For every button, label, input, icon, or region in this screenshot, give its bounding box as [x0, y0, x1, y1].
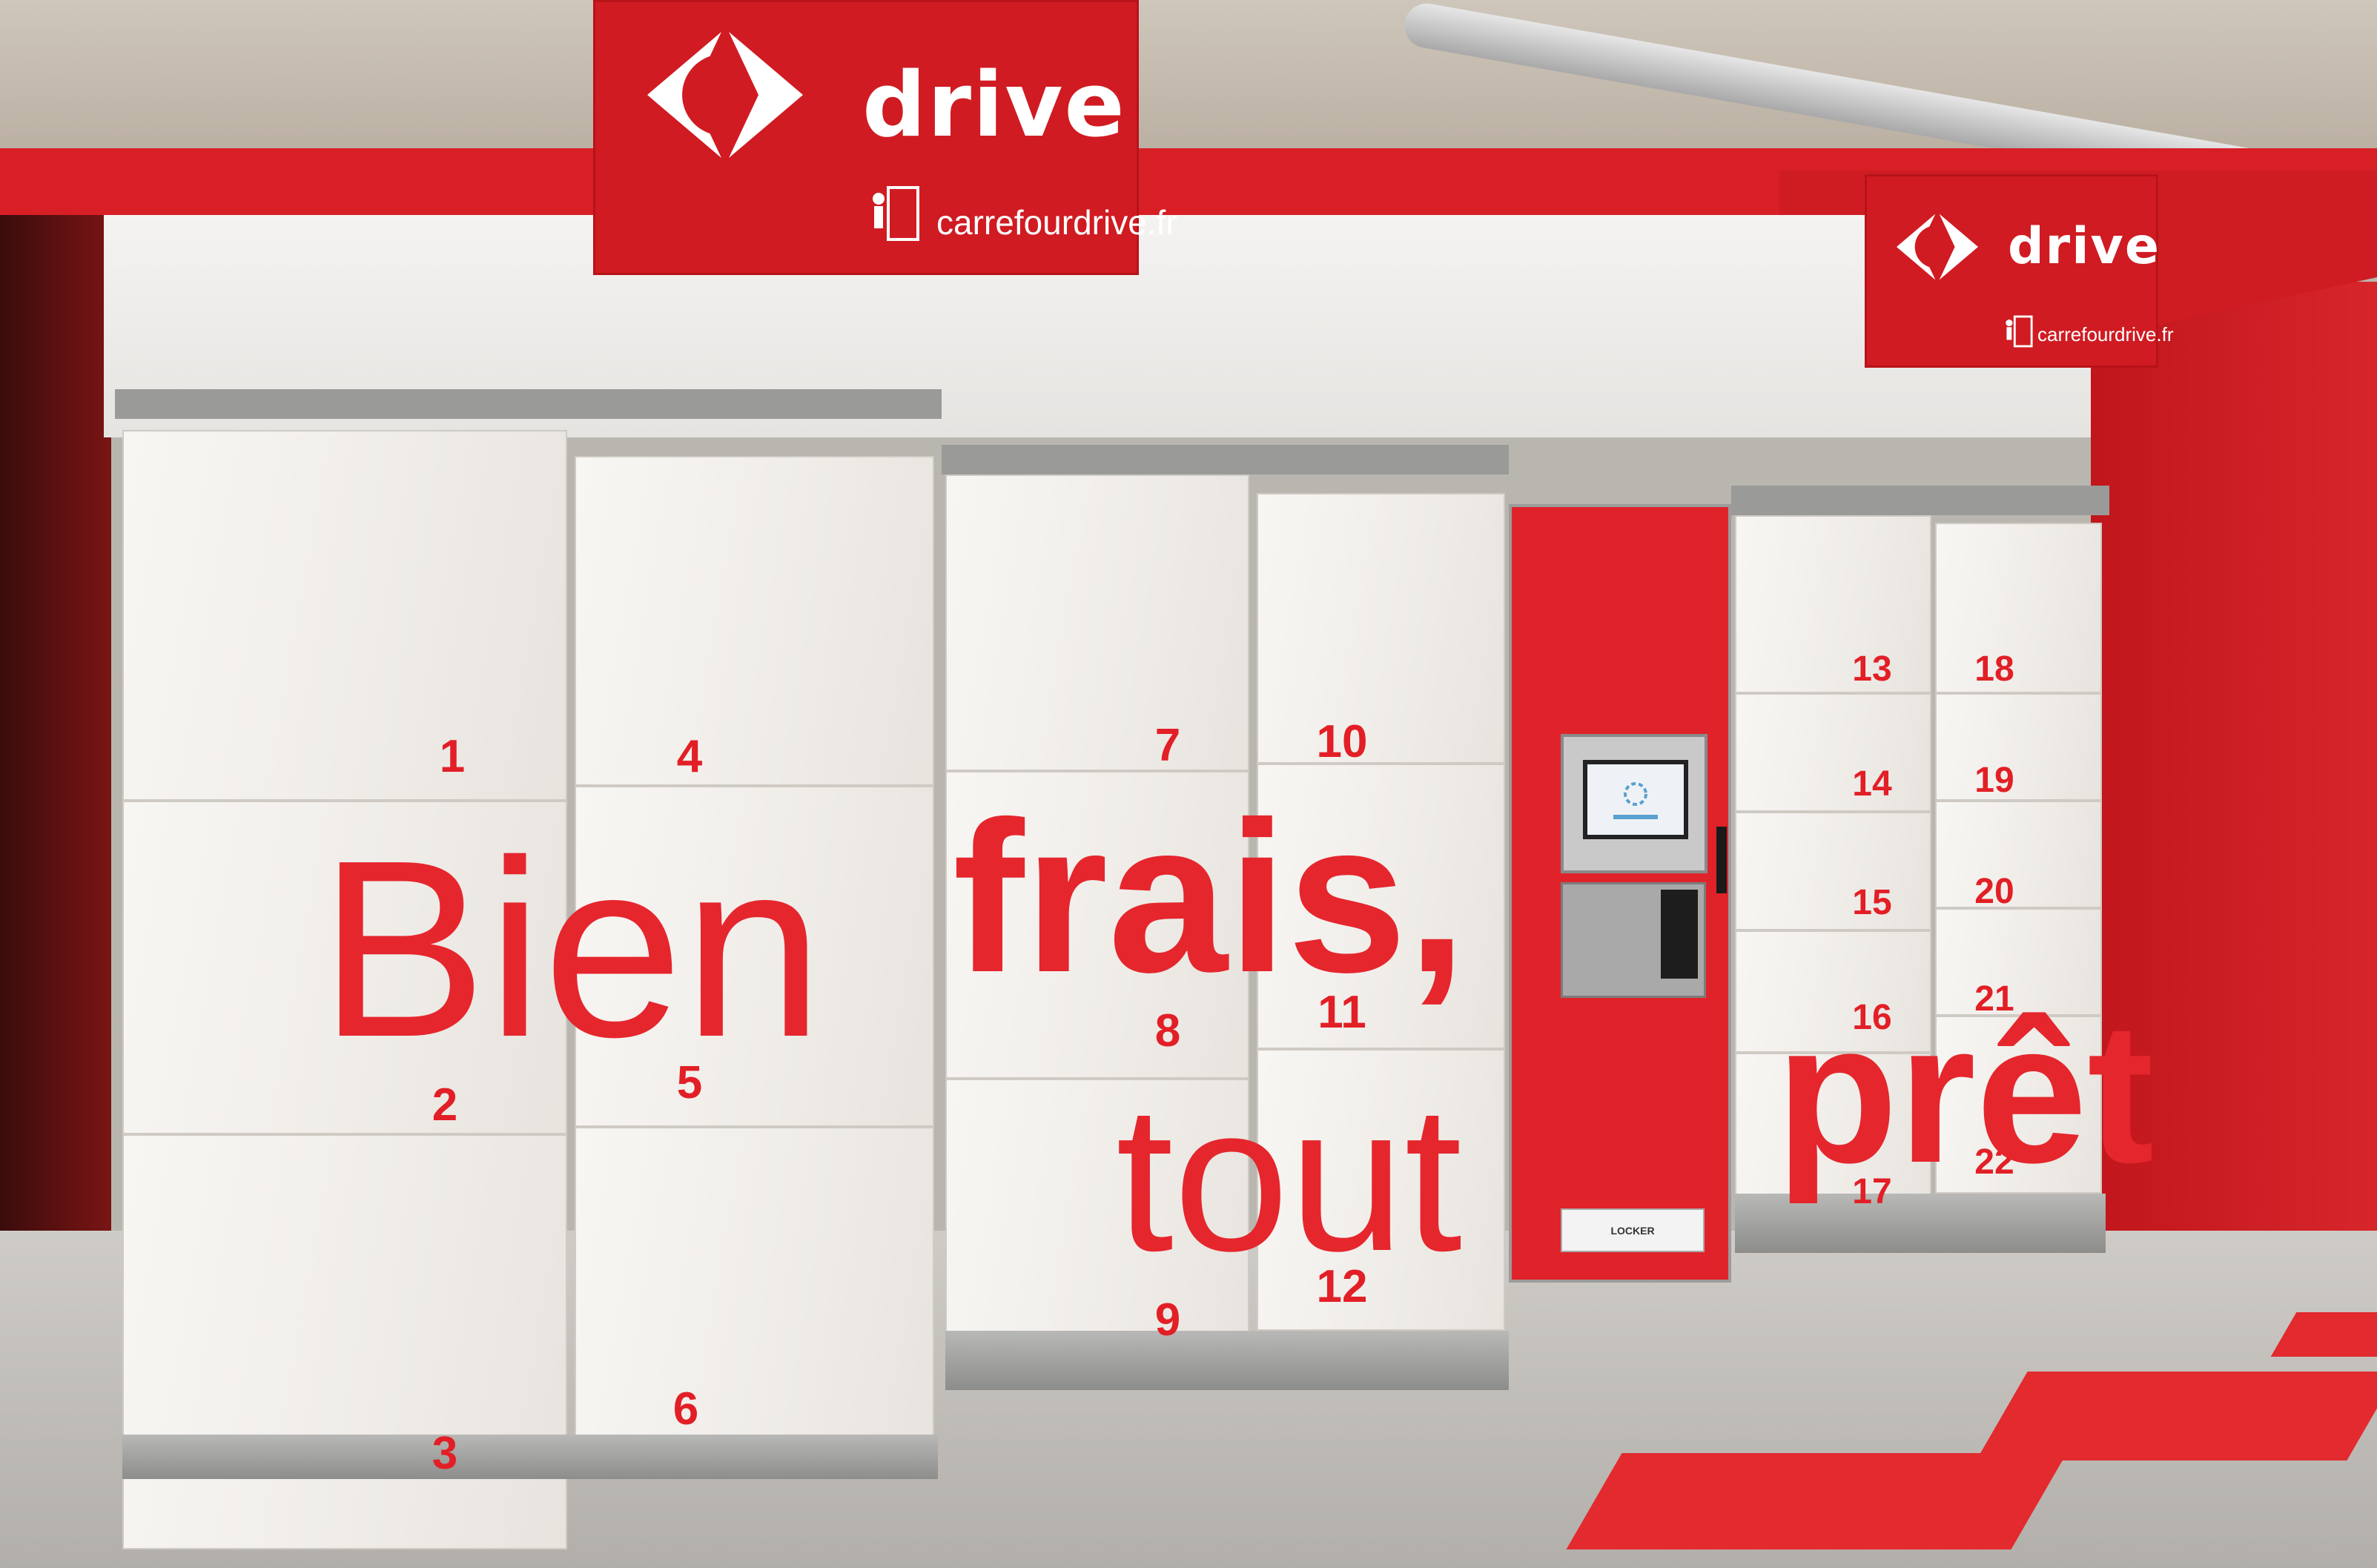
kiosk-plaque: LOCKER	[1561, 1208, 1705, 1252]
slogan-word-tout: tout	[1116, 1063, 1463, 1294]
locker-base	[945, 1331, 1509, 1390]
locker-number: 4	[676, 731, 703, 782]
drive-pickup-icon	[870, 184, 922, 243]
locker-door-3[interactable]	[122, 1134, 567, 1549]
locker-number: 18	[1974, 649, 2014, 689]
locker-number: 9	[1154, 1294, 1181, 1346]
locker-frame	[1731, 486, 2109, 515]
locker-door-4[interactable]	[575, 456, 934, 786]
carrefour-drive-sign-right: drive carrefourdrive.fr	[1865, 174, 2174, 368]
locker-frame	[115, 389, 942, 419]
locker-number: 13	[1852, 649, 1892, 689]
carrefour-drive-sign-left: drive carrefourdrive.fr	[593, 0, 1177, 275]
kiosk-handle[interactable]	[1716, 827, 1727, 893]
locker-number: 3	[432, 1428, 458, 1479]
drive-pickup-icon	[2004, 314, 2034, 349]
website-label: carrefourdrive.fr	[936, 203, 1177, 242]
locker-number: 7	[1154, 720, 1181, 771]
locker-number: 19	[1974, 761, 2014, 800]
locker-frame	[942, 445, 1509, 474]
slogan-word-pret: prêt	[1776, 982, 2155, 1205]
website-label: carrefourdrive.fr	[2037, 323, 2174, 345]
locker-number: 20	[1974, 872, 2014, 911]
locker-number: 14	[1852, 764, 1892, 804]
locker-number: 15	[1852, 883, 1892, 922]
kiosk-touchscreen[interactable]	[1583, 760, 1688, 839]
slogan-word-bien: Bien	[319, 808, 824, 1090]
locker-number: 6	[672, 1383, 699, 1435]
carrefour-logo-icon	[647, 32, 803, 158]
locker-number: 1	[439, 731, 466, 782]
card-reader[interactable]	[1661, 890, 1698, 979]
slogan-word-frais: frais,	[953, 777, 1467, 1017]
floor-stripe	[1976, 1372, 2377, 1461]
floor-stripe	[1566, 1453, 2067, 1549]
brand-name: drive	[2008, 217, 2161, 276]
locker-base	[122, 1435, 938, 1479]
carrefour-logo-icon	[1897, 214, 1978, 280]
brand-name: drive	[862, 54, 1126, 157]
locker-door-6[interactable]	[575, 1127, 934, 1461]
locker-number: 10	[1316, 716, 1368, 767]
